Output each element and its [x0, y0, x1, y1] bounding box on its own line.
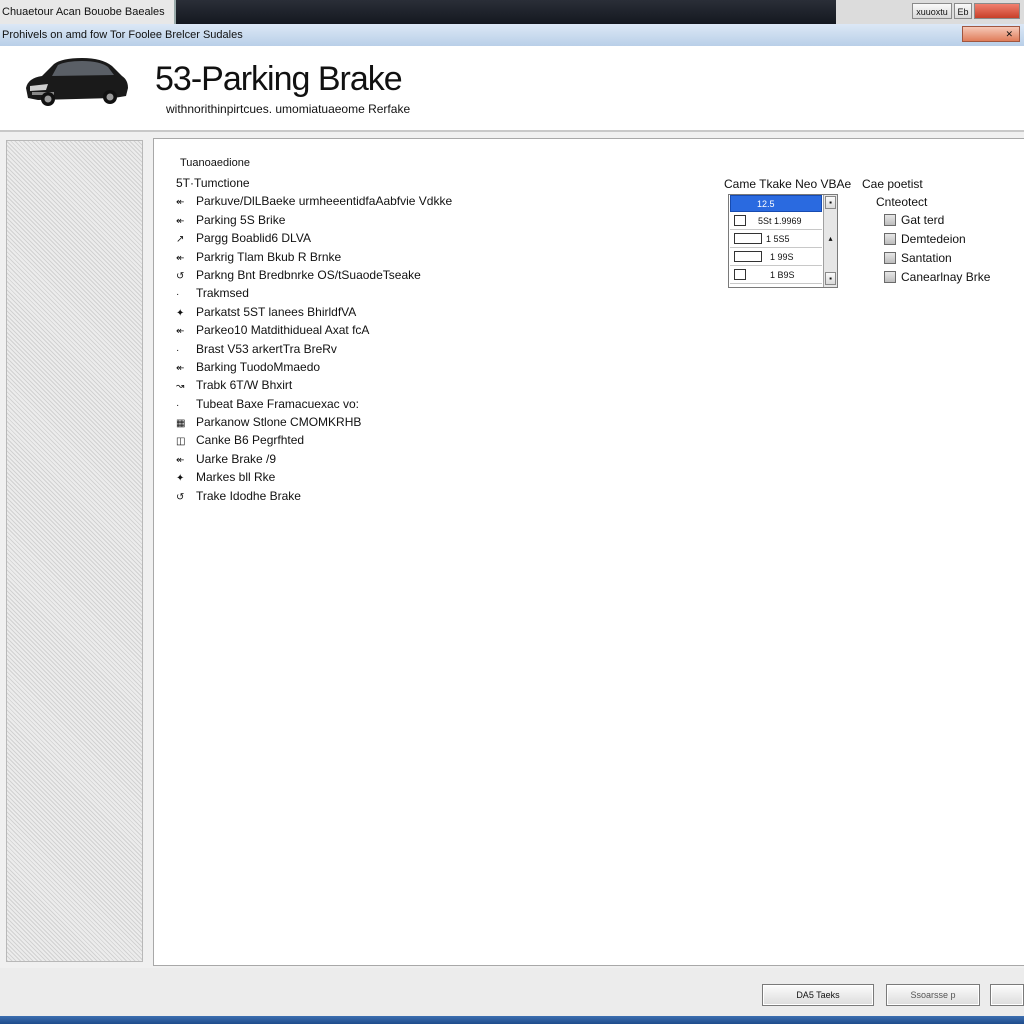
- table-cell-value: 1 5S5: [766, 234, 790, 244]
- close-icon: ✕: [1005, 29, 1013, 39]
- list-item-label: Parkatst 5ST lanees BhirldfVA: [196, 304, 357, 319]
- list-item[interactable]: ↺ Trake Idodhe Brake: [176, 487, 452, 505]
- option-checkbox[interactable]: [884, 271, 896, 283]
- options-sublabel: Cnteotect: [876, 195, 928, 209]
- list-item[interactable]: ↗ Pargg Boablid6 DLVA: [176, 229, 452, 247]
- scroll-up-icon[interactable]: ▪: [825, 196, 836, 209]
- option-item[interactable]: Santation: [884, 250, 952, 266]
- table-label: Came Tkake Neo VBAe: [724, 177, 852, 191]
- list-item[interactable]: ↝ Trabk 6T/W Bhxirt: [176, 376, 452, 394]
- list-header[interactable]: 5T·Tumctione: [176, 174, 452, 192]
- list-item[interactable]: · Brast V53 arkertTra BreRv: [176, 340, 452, 358]
- list-item[interactable]: ✦ Parkatst 5ST lanees BhirldfVA: [176, 303, 452, 321]
- table-scrollbar[interactable]: ▪ ▴ ▪: [823, 195, 837, 287]
- minimize-button[interactable]: xuuoxtu: [912, 3, 952, 19]
- menu-text[interactable]: Prohivels on amd fow Tor Foolee Brelcer …: [2, 24, 243, 46]
- window-title: Chuaetour Acan Bouobe Baeales: [0, 0, 176, 24]
- list-item-label: Trabk 6T/W Bhxirt: [196, 378, 293, 393]
- table-cell-value: 12.5: [757, 199, 775, 209]
- sidebar-panel: [6, 140, 143, 962]
- list-item-label: Parking 5S Brike: [196, 212, 286, 227]
- title-bar: Chuaetour Acan Bouobe Baeales xuuoxtu Eb: [0, 0, 1024, 24]
- list-item-label: Brast V53 arkertTra BreRv: [196, 341, 337, 356]
- checkbox[interactable]: [734, 233, 762, 244]
- list-item[interactable]: · Trakmsed: [176, 284, 452, 302]
- list-item-label: Parkuve/DlLBaeke urmheeentidfaAabfvie Vd…: [196, 194, 453, 209]
- bottom-strip: [0, 1016, 1024, 1024]
- list-item-label: Canke B6 Pegrfhted: [196, 433, 305, 448]
- option-label: Gat terd: [901, 213, 945, 227]
- table-cell-value: 5St 1.9969: [758, 216, 802, 226]
- list-item-label: Tumctione: [194, 176, 250, 190]
- option-item[interactable]: Gat terd: [884, 212, 944, 228]
- list-item[interactable]: ▦ Parkanow Stlone CMOMKRHB: [176, 413, 452, 431]
- checkbox[interactable]: [734, 269, 746, 280]
- option-item[interactable]: Demtedeion: [884, 231, 966, 247]
- list-item[interactable]: ✦ Markes bll Rke: [176, 468, 452, 486]
- value-table: 12.5 5St 1.9969 1 5S5 1 99S 1 B9S ▪ ▴ ▪: [728, 194, 838, 288]
- table-row[interactable]: 5St 1.9969: [730, 213, 822, 230]
- page-title: 53-Parking Brake: [155, 60, 403, 98]
- table-row[interactable]: 12.5: [730, 195, 822, 212]
- option-label: Santation: [901, 251, 952, 265]
- option-label: Demtedeion: [901, 232, 966, 246]
- list-item[interactable]: ↞ Parkeo10 Matdithidueal Axat fcA: [176, 321, 452, 339]
- list-item[interactable]: · Tubeat Baxe Framacuexac vo:: [176, 395, 452, 413]
- option-checkbox[interactable]: [884, 233, 896, 245]
- list-header-icon: 5T·: [176, 176, 194, 190]
- car-icon: [26, 58, 128, 106]
- table-cell-value: 1 99S: [770, 252, 794, 262]
- list-item[interactable]: ↞ Parking 5S Brike: [176, 211, 452, 229]
- page-header: 53-Parking Brake withnorithinpirtcues. u…: [0, 46, 1024, 132]
- table-row[interactable]: 1 5S5: [730, 231, 822, 248]
- option-checkbox[interactable]: [884, 252, 896, 264]
- section-label: Tuanoaedione: [180, 157, 250, 169]
- list-item-label: Tubeat Baxe Framacuexac vo:: [196, 396, 359, 411]
- function-list: 5T·Tumctione ↞ Parkuve/DlLBaeke urmheeent…: [176, 174, 452, 505]
- scroll-down-icon[interactable]: ▪: [825, 272, 836, 285]
- menu-bar: Prohivels on amd fow Tor Foolee Brelcer …: [0, 24, 1024, 47]
- list-item-label: Pargg Boablid6 DLVA: [196, 231, 311, 246]
- primary-button[interactable]: DA5 Taeks: [762, 984, 874, 1006]
- list-item[interactable]: ↞ Parkrig Tlam Bkub R Brnke: [176, 248, 452, 266]
- list-item[interactable]: ↞ Barking TuodoMmaedo: [176, 358, 452, 376]
- list-item[interactable]: ↞ Parkuve/DlLBaeke urmheeentidfaAabfvie V…: [176, 192, 452, 210]
- list-bullet-icon: ↺: [176, 491, 185, 503]
- list-item-label: Parkanow Stlone CMOMKRHB: [196, 415, 362, 430]
- table-cell-value: 1 B9S: [770, 270, 795, 280]
- list-item[interactable]: ◫ Canke B6 Pegrfhted: [176, 431, 452, 449]
- list-item-label: Parkrig Tlam Bkub R Brnke: [196, 249, 342, 264]
- page-subtitle: withnorithinpirtcues. umomiatuaeome Rerf…: [166, 102, 411, 116]
- option-label: Canearlnay Brke: [901, 270, 991, 284]
- option-checkbox[interactable]: [884, 214, 896, 226]
- list-item[interactable]: ↺ Parkng Bnt Bredbnrke OS/tSuaodeTseake: [176, 266, 452, 284]
- list-item-label: Barking TuodoMmaedo: [196, 359, 321, 374]
- table-row[interactable]: 1 99S: [730, 249, 822, 266]
- window-controls: xuuoxtu Eb: [836, 0, 1024, 24]
- list-item[interactable]: ↞ Uarke Brake /9: [176, 450, 452, 468]
- checkbox[interactable]: [734, 251, 762, 262]
- checkbox[interactable]: [734, 215, 746, 226]
- secondary-button[interactable]: Ssoarsse p: [886, 984, 980, 1006]
- footer-bar: DA5 Taeks Ssoarsse p: [0, 968, 1024, 1016]
- scroll-mid-icon: ▴: [828, 234, 833, 243]
- options-label: Cae poetist: [862, 177, 923, 191]
- menu-close-button[interactable]: ✕: [962, 26, 1020, 42]
- list-item-label: Trakmsed: [196, 286, 249, 301]
- third-button[interactable]: [990, 984, 1024, 1006]
- list-item-label: Parkng Bnt Bredbnrke OS/tSuaodeTseake: [196, 267, 421, 282]
- list-item-label: Trake Idodhe Brake: [196, 488, 301, 503]
- maximize-button[interactable]: Eb: [954, 3, 972, 19]
- list-item-label: Uarke Brake /9: [196, 451, 277, 466]
- table-row[interactable]: 1 B9S: [730, 267, 822, 284]
- close-button[interactable]: [974, 3, 1020, 19]
- list-item-label: Markes bll Rke: [196, 470, 276, 485]
- option-item[interactable]: Canearlnay Brke: [884, 269, 990, 285]
- list-item-label: Parkeo10 Matdithidueal Axat fcA: [196, 323, 370, 338]
- content-panel: Tuanoaedione 5T·Tumctione ↞ Parkuve/DlLBa…: [153, 138, 1024, 966]
